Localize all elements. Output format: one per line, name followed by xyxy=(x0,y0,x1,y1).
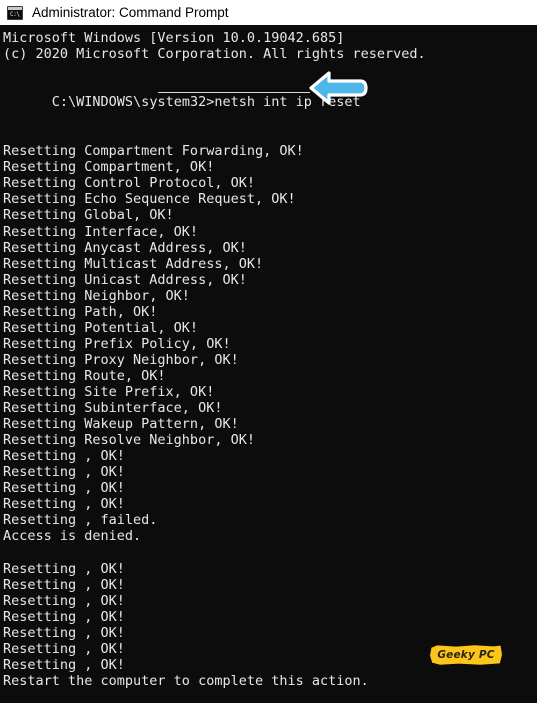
console-icon-titlebar xyxy=(8,6,22,10)
terminal-line-failed: Resetting , failed. xyxy=(3,512,158,529)
terminal-line: Resetting Multicast Address, OK! xyxy=(3,255,264,272)
window-titlebar[interactable]: C:\ Administrator: Command Prompt xyxy=(0,0,537,25)
terminal-line: Resetting Interface, OK! xyxy=(3,223,199,240)
terminal-line: Resetting Proxy Neighbor, OK! xyxy=(3,351,239,368)
terminal-line: Resetting , OK! xyxy=(3,592,125,609)
watermark-label: Geeky PC xyxy=(437,649,495,661)
terminal-line: Resetting , OK! xyxy=(3,464,125,481)
terminal-line: Resetting , OK! xyxy=(3,448,125,465)
terminal-line-restart-notice: Restart the computer to complete this ac… xyxy=(3,672,369,689)
terminal-line-access-denied: Access is denied. xyxy=(3,528,142,545)
terminal-line: Resetting Site Prefix, OK! xyxy=(3,383,215,400)
terminal-line: Resetting Route, OK! xyxy=(3,367,166,384)
terminal-line: Resetting Unicast Address, OK! xyxy=(3,271,247,288)
terminal-line: Resetting Path, OK! xyxy=(3,303,158,320)
terminal-line: Resetting , OK! xyxy=(3,560,125,577)
terminal-line: Microsoft Windows [Version 10.0.19042.68… xyxy=(3,30,345,46)
terminal-line: Resetting , OK! xyxy=(3,624,125,641)
terminal-line: Resetting Compartment, OK! xyxy=(3,159,215,176)
terminal-command-text: C:\WINDOWS\system32>netsh int ip reset xyxy=(51,94,361,111)
terminal-output[interactable]: Microsoft Windows [Version 10.0.19042.68… xyxy=(0,25,537,703)
terminal-line: Resetting Anycast Address, OK! xyxy=(3,239,247,256)
console-icon-prompt-glyph: C:\ xyxy=(10,10,20,18)
terminal-command-line: C:\WINDOWS\system32>netsh int ip reset xyxy=(3,78,361,110)
command-prompt-window: C:\ Administrator: Command Prompt Micros… xyxy=(0,0,537,703)
window-title: Administrator: Command Prompt xyxy=(32,5,229,20)
terminal-line: Resetting Global, OK! xyxy=(3,207,174,224)
terminal-line: Resetting Potential, OK! xyxy=(3,319,199,336)
terminal-line: Resetting Neighbor, OK! xyxy=(3,287,190,304)
terminal-line: Resetting , OK! xyxy=(3,576,125,593)
command-underline xyxy=(158,92,310,94)
terminal-line: Resetting , OK! xyxy=(3,480,125,497)
terminal-line: Resetting , OK! xyxy=(3,608,125,625)
terminal-line: Resetting Prefix Policy, OK! xyxy=(3,335,231,352)
console-icon[interactable]: C:\ xyxy=(7,5,23,20)
terminal-line: Resetting Wakeup Pattern, OK! xyxy=(3,416,239,433)
terminal-line: Resetting Echo Sequence Request, OK! xyxy=(3,191,296,208)
terminal-line: Resetting Resolve Neighbor, OK! xyxy=(3,432,255,449)
watermark-geeky-pc: Geeky PC xyxy=(430,643,502,668)
terminal-line: (c) 2020 Microsoft Corporation. All righ… xyxy=(3,46,426,63)
terminal-line: Resetting Subinterface, OK! xyxy=(3,400,223,417)
terminal-line: Resetting Compartment Forwarding, OK! xyxy=(3,143,304,160)
terminal-line: Resetting , OK! xyxy=(3,496,125,513)
terminal-line: Resetting Control Protocol, OK! xyxy=(3,175,255,192)
